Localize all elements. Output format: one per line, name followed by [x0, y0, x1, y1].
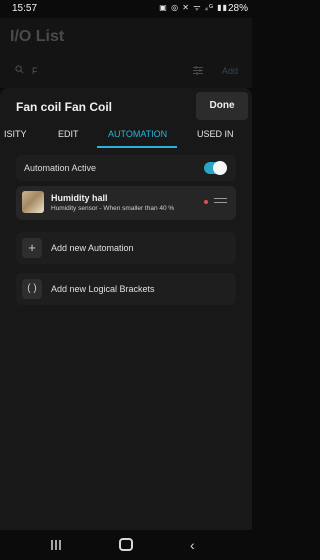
automation-active-row: Automation Active: [16, 155, 236, 181]
bottom-sheet: Fan coil Fan Coil Done ISITY EDIT AUTOMA…: [0, 88, 252, 530]
status-time: 15:57: [12, 3, 38, 14]
tab-automation[interactable]: AUTOMATION: [108, 129, 167, 139]
active-tab-indicator: [97, 146, 177, 148]
sheet-title: Fan coil Fan Coil: [16, 100, 113, 114]
navigation-bar: ‹: [0, 530, 252, 560]
plus-icon: +: [22, 238, 42, 258]
tab-edit[interactable]: EDIT: [58, 129, 79, 139]
status-dot: [204, 200, 208, 204]
add-button[interactable]: Add: [222, 66, 238, 76]
tab-used-in[interactable]: USED IN: [197, 129, 234, 139]
automation-active-toggle[interactable]: [204, 161, 227, 175]
automation-item[interactable]: Humidity hall Humidity sensor - When sma…: [16, 186, 236, 220]
tab-bar: ISITY EDIT AUTOMATION USED IN: [0, 121, 252, 147]
search-input[interactable]: F: [32, 66, 38, 76]
drag-handle-icon[interactable]: [214, 198, 227, 205]
brackets-icon: ( ): [22, 279, 42, 299]
home-icon[interactable]: [119, 538, 133, 551]
automation-description: Humidity sensor - When smaller than 40 %: [51, 205, 175, 212]
add-automation-label: Add new Automation: [51, 243, 134, 253]
automation-thumbnail: [22, 191, 44, 213]
toggle-knob: [213, 161, 227, 175]
add-brackets-label: Add new Logical Brackets: [51, 284, 155, 294]
recent-apps-icon[interactable]: [50, 539, 62, 551]
add-automation-button[interactable]: + Add new Automation: [16, 232, 236, 264]
automation-name: Humidity hall: [51, 193, 108, 203]
filter-icon[interactable]: [193, 66, 203, 75]
back-icon[interactable]: ‹: [190, 537, 195, 553]
battery-level: 28%: [227, 3, 248, 14]
done-button[interactable]: Done: [196, 92, 248, 120]
status-indicator-icons: ▣ ◎ ✕ ᯤ ₄ᴳ ▮▮: [159, 3, 228, 12]
status-bar: 15:57 ▣ ◎ ✕ ᯤ ₄ᴳ ▮▮ 28%: [0, 0, 252, 18]
tab-isity[interactable]: ISITY: [4, 129, 27, 139]
add-logical-brackets-button[interactable]: ( ) Add new Logical Brackets: [16, 273, 236, 305]
automation-active-label: Automation Active: [24, 163, 97, 173]
page-title: I/O List: [10, 28, 65, 45]
search-icon: [15, 65, 24, 74]
